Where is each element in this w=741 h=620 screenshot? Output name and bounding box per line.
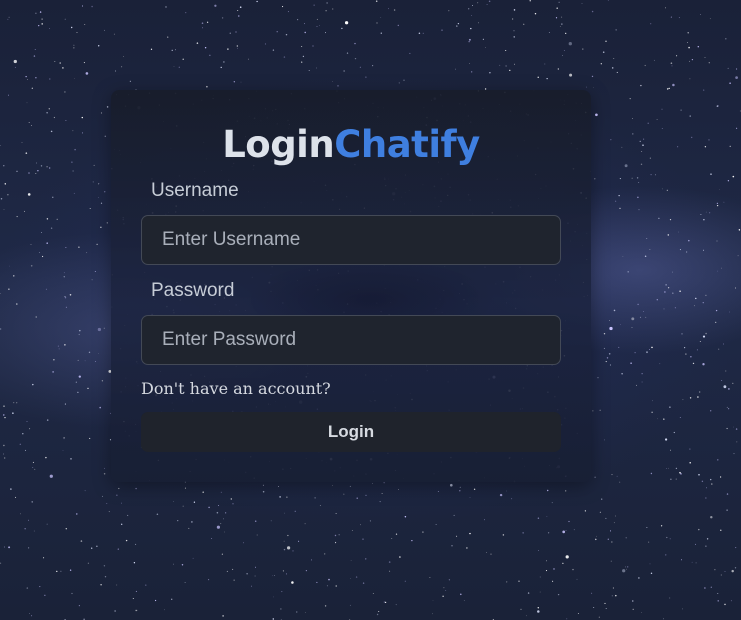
password-input[interactable] xyxy=(141,315,561,365)
login-card: LoginChatify Username Password Don't hav… xyxy=(111,90,591,482)
signup-link[interactable]: Don't have an account? xyxy=(141,379,331,399)
password-label: Password xyxy=(151,280,235,301)
username-label: Username xyxy=(151,180,239,201)
page-title: LoginChatify xyxy=(111,122,591,168)
title-brand-text: Chatify xyxy=(334,123,480,166)
login-button[interactable]: Login xyxy=(141,412,561,452)
title-login-text: Login xyxy=(222,123,335,166)
username-input[interactable] xyxy=(141,215,561,265)
